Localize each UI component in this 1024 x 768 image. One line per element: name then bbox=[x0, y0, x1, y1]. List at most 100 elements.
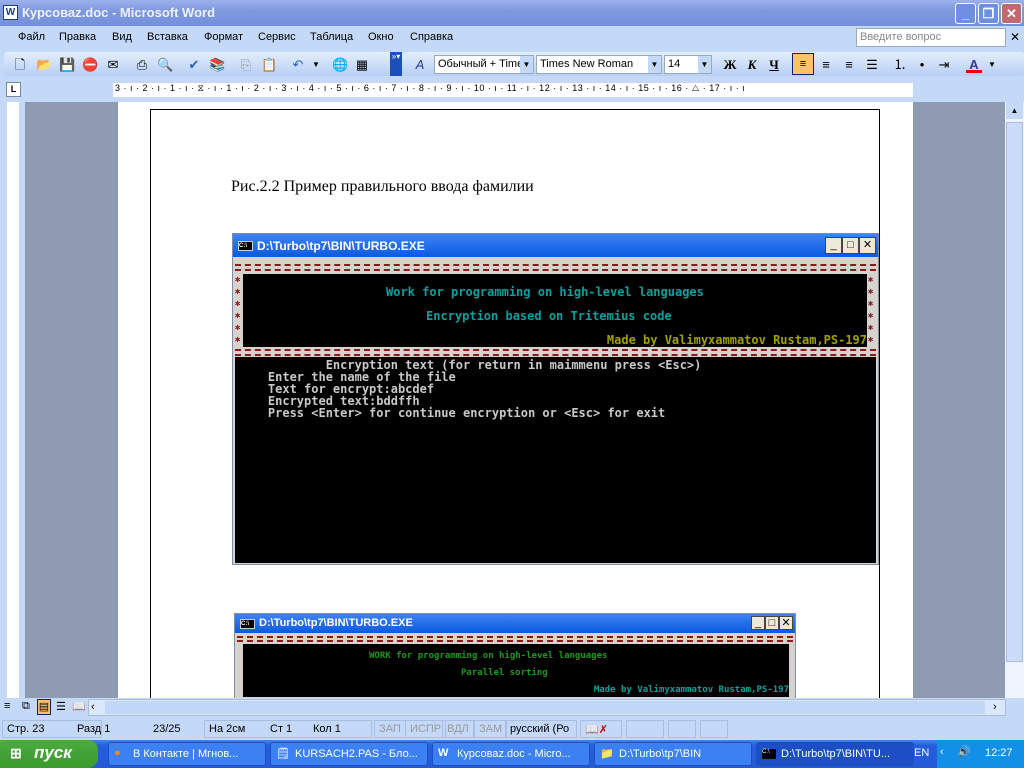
standard-toolbar: 🗋 📂 💾 ⛔ ✉ ⎙ 🔍 ✔ 📚 ⎘ 📋 ↶ ▼ 🌐 ▦ bbox=[4, 52, 404, 76]
console-screenshot-2: C:\ D:\Turbo\tp7\BIN\TURBO.EXE _ □ ✕ WORK… bbox=[234, 613, 796, 700]
start-button[interactable]: ⊞ пуск bbox=[0, 740, 98, 768]
new-icon[interactable]: 🗋 bbox=[12, 57, 28, 73]
ruler-scale[interactable]: 3 · ı · 2 · ı · 1 · ı · ⧖ · ı · 1 · ı · … bbox=[113, 83, 913, 97]
task-label: D:\Turbo\tp7\BIN bbox=[619, 748, 702, 760]
vertical-scrollbar[interactable]: ▲ bbox=[1005, 102, 1024, 698]
horizontal-scrollbar[interactable]: ‹ › bbox=[88, 699, 1006, 716]
task-word[interactable]: W Курсоваz.doc - Micro... bbox=[432, 742, 590, 766]
font-color-button[interactable]: А bbox=[966, 57, 982, 73]
email-icon[interactable]: ✉ bbox=[105, 57, 121, 73]
print-preview-icon[interactable]: 🔍 bbox=[157, 57, 173, 73]
status-ext[interactable]: ВДЛ bbox=[442, 720, 474, 738]
chevron-down-icon[interactable]: ▼ bbox=[648, 56, 661, 73]
menu-file[interactable]: Файл bbox=[18, 31, 45, 43]
menu-help[interactable]: Справка bbox=[410, 31, 453, 43]
task-firefox[interactable]: ● В Контакте | Мгнов... bbox=[108, 742, 266, 766]
size-value: 14 bbox=[668, 58, 681, 70]
ask-question-input[interactable]: Введите вопрос bbox=[856, 28, 1006, 47]
close-doc-icon[interactable]: ✕ bbox=[1010, 30, 1020, 44]
title-bar: W Курсоваz.doc - Microsoft Word _ ❐ ✕ bbox=[0, 0, 1024, 26]
undo-dropdown-icon[interactable]: ▼ bbox=[308, 57, 324, 73]
permission-icon[interactable]: ⛔ bbox=[82, 57, 98, 73]
undo-icon[interactable]: ↶ bbox=[290, 57, 306, 73]
author-line: Made by Valimyxammatov Rustam,PS-197 bbox=[606, 333, 867, 347]
print-layout-icon[interactable]: ▤ bbox=[37, 699, 51, 715]
menu-edit[interactable]: Правка bbox=[59, 31, 96, 43]
console-screenshot-1: C:\ D:\Turbo\tp7\BIN\TURBO.EXE _ □ ✕ ✱ ✱ ✱ ✱… bbox=[232, 233, 879, 565]
console-title: D:\Turbo\tp7\BIN\TURBO.EXE bbox=[259, 617, 413, 629]
save-icon[interactable]: 💾 bbox=[59, 57, 75, 73]
menu-tools[interactable]: Сервис bbox=[258, 31, 296, 43]
styles-icon[interactable]: A bbox=[412, 57, 428, 73]
spelling-status-icon[interactable]: 📖✗ bbox=[580, 720, 622, 738]
font-color-dropdown-icon[interactable]: ▼ bbox=[984, 57, 1000, 73]
tab-selector[interactable]: L bbox=[6, 82, 21, 97]
spelling-icon[interactable]: ✔ bbox=[186, 57, 202, 73]
tray-expand-icon[interactable]: ‹ bbox=[940, 746, 944, 758]
notepad-icon: 🗒 bbox=[276, 748, 290, 760]
font-combo[interactable]: Times New Roman ▼ bbox=[536, 55, 662, 74]
console-close-button: ✕ bbox=[859, 237, 876, 254]
align-left-button[interactable]: ≡ bbox=[792, 53, 814, 75]
outline-view-icon[interactable]: ☰ bbox=[56, 700, 66, 713]
console-output: Encryption text (for return in maimmenu … bbox=[235, 357, 876, 563]
print-icon[interactable]: ⎙ bbox=[134, 57, 150, 73]
copy-icon[interactable]: ⎘ bbox=[238, 57, 254, 73]
size-combo[interactable]: 14 ▼ bbox=[664, 55, 712, 74]
console-maximize-button: □ bbox=[765, 616, 779, 630]
console-title: D:\Turbo\tp7\BIN\TURBO.EXE bbox=[257, 239, 425, 253]
toolbar-options-icon[interactable]: »▾ bbox=[390, 52, 402, 76]
bold-button[interactable]: Ж bbox=[722, 57, 738, 73]
scroll-thumb[interactable] bbox=[105, 701, 985, 714]
reading-view-icon[interactable]: 📖 bbox=[72, 700, 86, 713]
toolbar: 🗋 📂 💾 ⛔ ✉ ⎙ 🔍 ✔ 📚 ⎘ 📋 ↶ ▼ 🌐 ▦ »▾ A Обычн… bbox=[0, 50, 1024, 78]
numbering-icon[interactable]: ⒈ bbox=[892, 57, 908, 73]
language-indicator[interactable]: EN bbox=[914, 747, 929, 759]
web-view-icon[interactable]: ⧉ bbox=[22, 700, 30, 713]
normal-view-icon[interactable]: ≡ bbox=[4, 700, 10, 712]
menu-table[interactable]: Таблица bbox=[310, 31, 353, 43]
paste-icon[interactable]: 📋 bbox=[261, 57, 277, 73]
chevron-down-icon[interactable]: ▼ bbox=[520, 56, 533, 73]
status-language: русский (Ро bbox=[505, 720, 577, 738]
status-trk[interactable]: ИСПР bbox=[405, 720, 447, 738]
menu-insert[interactable]: Вставка bbox=[147, 31, 188, 43]
minimize-button[interactable]: _ bbox=[955, 3, 976, 24]
status-rec[interactable]: ЗАП bbox=[374, 720, 406, 738]
word-icon: W bbox=[438, 747, 449, 759]
console-line: Press <Enter> for continue encryption or… bbox=[239, 406, 666, 420]
task-console[interactable]: C:\ D:\Turbo\tp7\BIN\TU... bbox=[756, 742, 914, 766]
align-center-button[interactable]: ≡ bbox=[818, 57, 834, 73]
status-at: На 2см bbox=[209, 723, 246, 735]
scroll-left-button[interactable]: ‹ bbox=[91, 701, 95, 713]
bullets-icon[interactable]: • bbox=[914, 57, 930, 73]
horizontal-ruler: L 3 · ı · 2 · ı · 1 · ı · ⧖ · ı · 1 · ı … bbox=[0, 78, 1024, 102]
task-notepad[interactable]: 🗒 KURSACH2.PAS - Бло... bbox=[270, 742, 428, 766]
firefox-icon: ● bbox=[114, 747, 121, 759]
indent-icon[interactable]: ⇥ bbox=[936, 57, 952, 73]
table-icon[interactable]: ▦ bbox=[354, 57, 370, 73]
window-title: Курсоваz.doc - Microsoft Word bbox=[22, 5, 216, 20]
italic-button[interactable]: К bbox=[744, 57, 760, 73]
style-combo[interactable]: Обычный + Time ▼ bbox=[434, 55, 534, 74]
justify-button[interactable]: ☰ bbox=[864, 57, 880, 73]
horizontal-scrollbar-area: ≡ ⧉ ▤ ☰ 📖 ‹ › bbox=[0, 698, 1024, 717]
scroll-thumb[interactable] bbox=[1006, 122, 1023, 662]
clock: 12:27 bbox=[985, 747, 1013, 759]
status-ovr[interactable]: ЗАМ bbox=[474, 720, 508, 738]
scroll-right-button[interactable]: › bbox=[993, 701, 997, 713]
underline-button[interactable]: Ч bbox=[766, 57, 782, 73]
close-button[interactable]: ✕ bbox=[1001, 3, 1022, 24]
open-icon[interactable]: 📂 bbox=[36, 57, 52, 73]
align-right-button[interactable]: ≡ bbox=[841, 57, 857, 73]
menu-view[interactable]: Вид bbox=[112, 31, 132, 43]
research-icon[interactable]: 📚 bbox=[209, 57, 225, 73]
menu-format[interactable]: Формат bbox=[204, 31, 243, 43]
hyperlink-icon[interactable]: 🌐 bbox=[332, 57, 348, 73]
volume-icon[interactable]: 🔊 bbox=[957, 745, 971, 758]
restore-button[interactable]: ❐ bbox=[978, 3, 999, 24]
menu-window[interactable]: Окно bbox=[368, 31, 394, 43]
task-folder[interactable]: 📁 D:\Turbo\tp7\BIN bbox=[594, 742, 752, 766]
scroll-up-button[interactable]: ▲ bbox=[1006, 102, 1023, 119]
chevron-down-icon[interactable]: ▼ bbox=[698, 56, 711, 73]
